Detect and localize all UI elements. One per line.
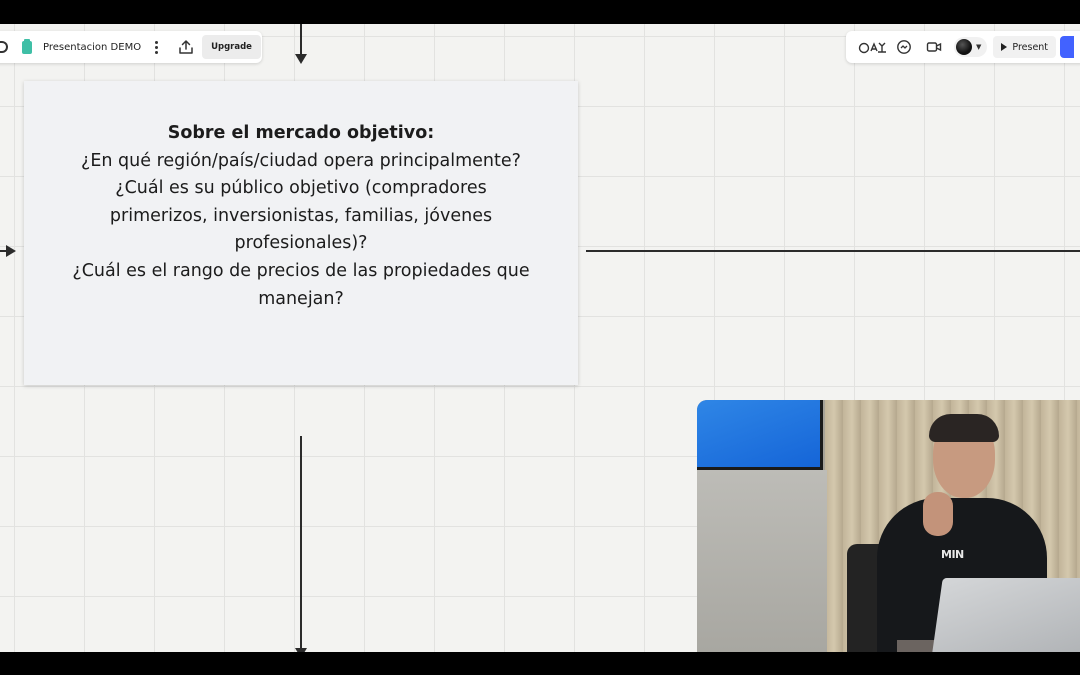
collaboration-toolbar: ▼ Present: [846, 31, 1080, 63]
card-line: profesionales)?: [234, 233, 368, 254]
board-icon: [22, 38, 32, 54]
card-line: ¿Cuál es el rango de precios de las prop…: [72, 260, 530, 281]
main-menu-icon[interactable]: [0, 41, 8, 53]
presenter-hand: [923, 492, 953, 536]
webcam-video-feed[interactable]: MIN: [697, 400, 1080, 660]
board-toolbar: Presentacion DEMO Upgrade: [0, 31, 262, 63]
upgrade-button[interactable]: Upgrade: [202, 35, 261, 59]
play-icon: [1001, 43, 1008, 51]
card-line: primerizos, inversionistas, familias, jó…: [109, 205, 493, 226]
letterbox-top: [0, 0, 1080, 24]
export-icon[interactable]: [176, 37, 196, 57]
chevron-down-icon: ▼: [976, 43, 982, 51]
shirt-logo: MIN: [941, 548, 964, 561]
reactions-icon[interactable]: [858, 39, 888, 55]
card-body: ¿En qué región/país/ciudad opera princip…: [72, 148, 529, 314]
board-title[interactable]: Presentacion DEMO: [43, 42, 141, 53]
connector-left-arrowhead: [6, 245, 16, 257]
avatar: [956, 39, 972, 55]
card-line: manejan?: [258, 288, 344, 309]
connector-top[interactable]: [300, 24, 302, 54]
card-title: Sobre el mercado objetivo:: [167, 123, 435, 143]
card-line: ¿Cuál es su público objetivo (compradore…: [115, 178, 487, 199]
connector-top-arrowhead: [295, 54, 307, 64]
background-wall: [697, 470, 827, 660]
laptop: [931, 578, 1080, 660]
connector-bottom[interactable]: [300, 436, 302, 648]
presenter-hair: [929, 414, 999, 442]
present-label: Present: [1012, 41, 1049, 53]
connector-right[interactable]: [586, 250, 1080, 252]
share-button[interactable]: [1060, 36, 1075, 58]
sticky-note-card[interactable]: Sobre el mercado objetivo: ¿En qué regió…: [24, 81, 578, 385]
background-tv-screen: [697, 400, 823, 470]
video-call-icon[interactable]: [926, 39, 942, 55]
user-avatar-menu[interactable]: ▼: [954, 37, 988, 57]
card-line: ¿En qué región/país/ciudad opera princip…: [81, 150, 521, 171]
letterbox-bottom: [0, 652, 1080, 675]
chat-icon[interactable]: [896, 39, 912, 55]
more-options-icon[interactable]: [155, 40, 159, 54]
present-button[interactable]: Present: [993, 36, 1057, 58]
